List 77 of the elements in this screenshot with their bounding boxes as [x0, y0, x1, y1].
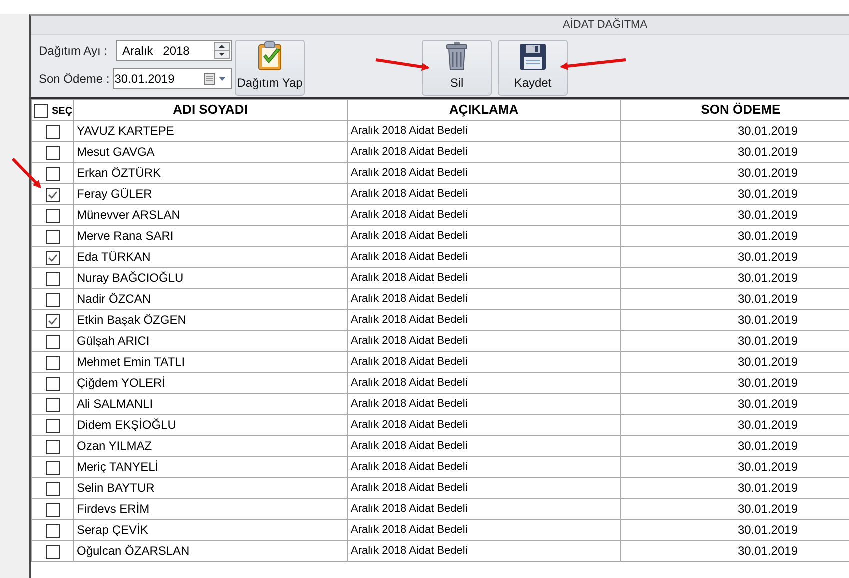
trash-icon: [445, 41, 469, 71]
toolbar-button[interactable]: Sil: [422, 40, 492, 96]
checkbox[interactable]: [46, 460, 60, 475]
table-cell: Aralık 2018 Aidat Bedeli: [348, 414, 620, 436]
table-cell: Aralık 2018 Aidat Bedeli: [348, 436, 620, 456]
table-cell: Aralık 2018 Aidat Bedeli: [348, 352, 620, 372]
table-cell: Aralık 2018 Aidat Bedeli: [348, 520, 620, 540]
table-cell: Selin BAYTUR: [74, 478, 348, 498]
table-cell: Aralık 2018 Aidat Bedeli: [348, 540, 620, 562]
checkbox[interactable]: [46, 398, 60, 412]
table-cell: Nuray BAĞCIOĞLU: [74, 268, 348, 288]
table-cell: Aralık 2018 Aidat Bedeli: [348, 310, 620, 330]
table-cell: Mesut GAVGA: [74, 142, 348, 162]
checkbox[interactable]: [46, 482, 60, 496]
clipboard-check-icon: [257, 41, 283, 71]
checkbox[interactable]: [46, 250, 60, 265]
checkbox[interactable]: [46, 208, 60, 223]
month-spin-field[interactable]: Aralık 2018: [116, 40, 232, 61]
calendar-dropdown-icon[interactable]: [204, 73, 228, 85]
table-cell: Aralık 2018 Aidat Bedeli: [348, 372, 620, 394]
table-cell: Aralık 2018 Aidat Bedeli: [348, 268, 620, 288]
table-cell: Aralık 2018 Aidat Bedeli: [348, 330, 620, 352]
table-cell: Etkin Başak ÖZGEN: [74, 310, 348, 330]
toolbar-button[interactable]: Dağıtım Yap: [235, 40, 305, 96]
checkbox[interactable]: [46, 292, 60, 307]
table-cell: Aralık 2018 Aidat Bedeli: [348, 394, 620, 414]
column-header: AÇIKLAMA: [348, 100, 620, 120]
column-header: SEÇ: [52, 106, 73, 118]
checkbox[interactable]: [46, 230, 60, 244]
table-cell: Aralık 2018 Aidat Bedeli: [348, 204, 620, 226]
spin-arrows-icon[interactable]: [214, 42, 230, 59]
annotation-arrow: [12, 158, 42, 188]
table-cell: Eda TÜRKAN: [74, 246, 348, 268]
table-cell: Ozan YILMAZ: [74, 436, 348, 456]
checkbox[interactable]: [46, 272, 60, 286]
column-header: ADI SOYADI: [74, 100, 348, 120]
table-cell: Mehmet Emin TATLI: [74, 352, 348, 372]
checkbox[interactable]: [46, 356, 60, 370]
checkbox[interactable]: [46, 524, 60, 538]
table-cell: Çiğdem YOLERİ: [74, 372, 348, 394]
table-cell: Aralık 2018 Aidat Bedeli: [348, 478, 620, 498]
checkbox[interactable]: [46, 502, 60, 517]
checkbox[interactable]: [46, 188, 60, 202]
checkbox[interactable]: [34, 104, 48, 118]
checkbox[interactable]: [46, 314, 60, 328]
table-cell: Firdevs ERİM: [74, 498, 348, 520]
table-cell: Münevver ARSLAN: [74, 204, 348, 226]
checkbox[interactable]: [46, 146, 60, 160]
table-cell: Didem EKŞİOĞLU: [74, 414, 348, 436]
checkbox[interactable]: [46, 418, 60, 433]
field-label: Son Ödeme :: [39, 70, 110, 88]
table-cell: Aralık 2018 Aidat Bedeli: [348, 184, 620, 204]
toolbar-button[interactable]: Kaydet: [498, 40, 568, 96]
checkbox[interactable]: [46, 124, 60, 139]
column-header: SON ÖDEME: [620, 100, 849, 120]
table-cell: Aralık 2018 Aidat Bedeli: [348, 498, 620, 520]
table-cell: Aralık 2018 Aidat Bedeli: [348, 142, 620, 162]
table-cell: Aralık 2018 Aidat Bedeli: [348, 120, 620, 142]
checkbox[interactable]: [46, 376, 60, 391]
table-cell: Gülşah ARICI: [74, 330, 348, 352]
annotation-arrow: [376, 58, 430, 72]
table-cell: Aralık 2018 Aidat Bedeli: [348, 246, 620, 268]
table-cell: Serap ÇEVİK: [74, 520, 348, 540]
table-cell: Oğulcan ÖZARSLAN: [74, 540, 348, 562]
table-cell: Aralık 2018 Aidat Bedeli: [348, 456, 620, 478]
checkbox[interactable]: [46, 440, 60, 454]
checkbox[interactable]: [46, 334, 60, 349]
annotation-arrow: [560, 58, 626, 70]
table-cell: YAVUZ KARTEPE: [74, 120, 348, 142]
table-cell: Meriç TANYELİ: [74, 456, 348, 478]
table-cell: Ali SALMANLI: [74, 394, 348, 414]
checkbox[interactable]: [46, 166, 60, 181]
field-label: Dağıtım Ayı :: [39, 42, 108, 60]
date-field[interactable]: 30.01.2019: [112, 68, 232, 89]
checkbox[interactable]: [46, 544, 60, 559]
table-cell: Feray GÜLER: [74, 184, 348, 204]
window-title: AİDAT DAĞITMA: [563, 18, 648, 33]
